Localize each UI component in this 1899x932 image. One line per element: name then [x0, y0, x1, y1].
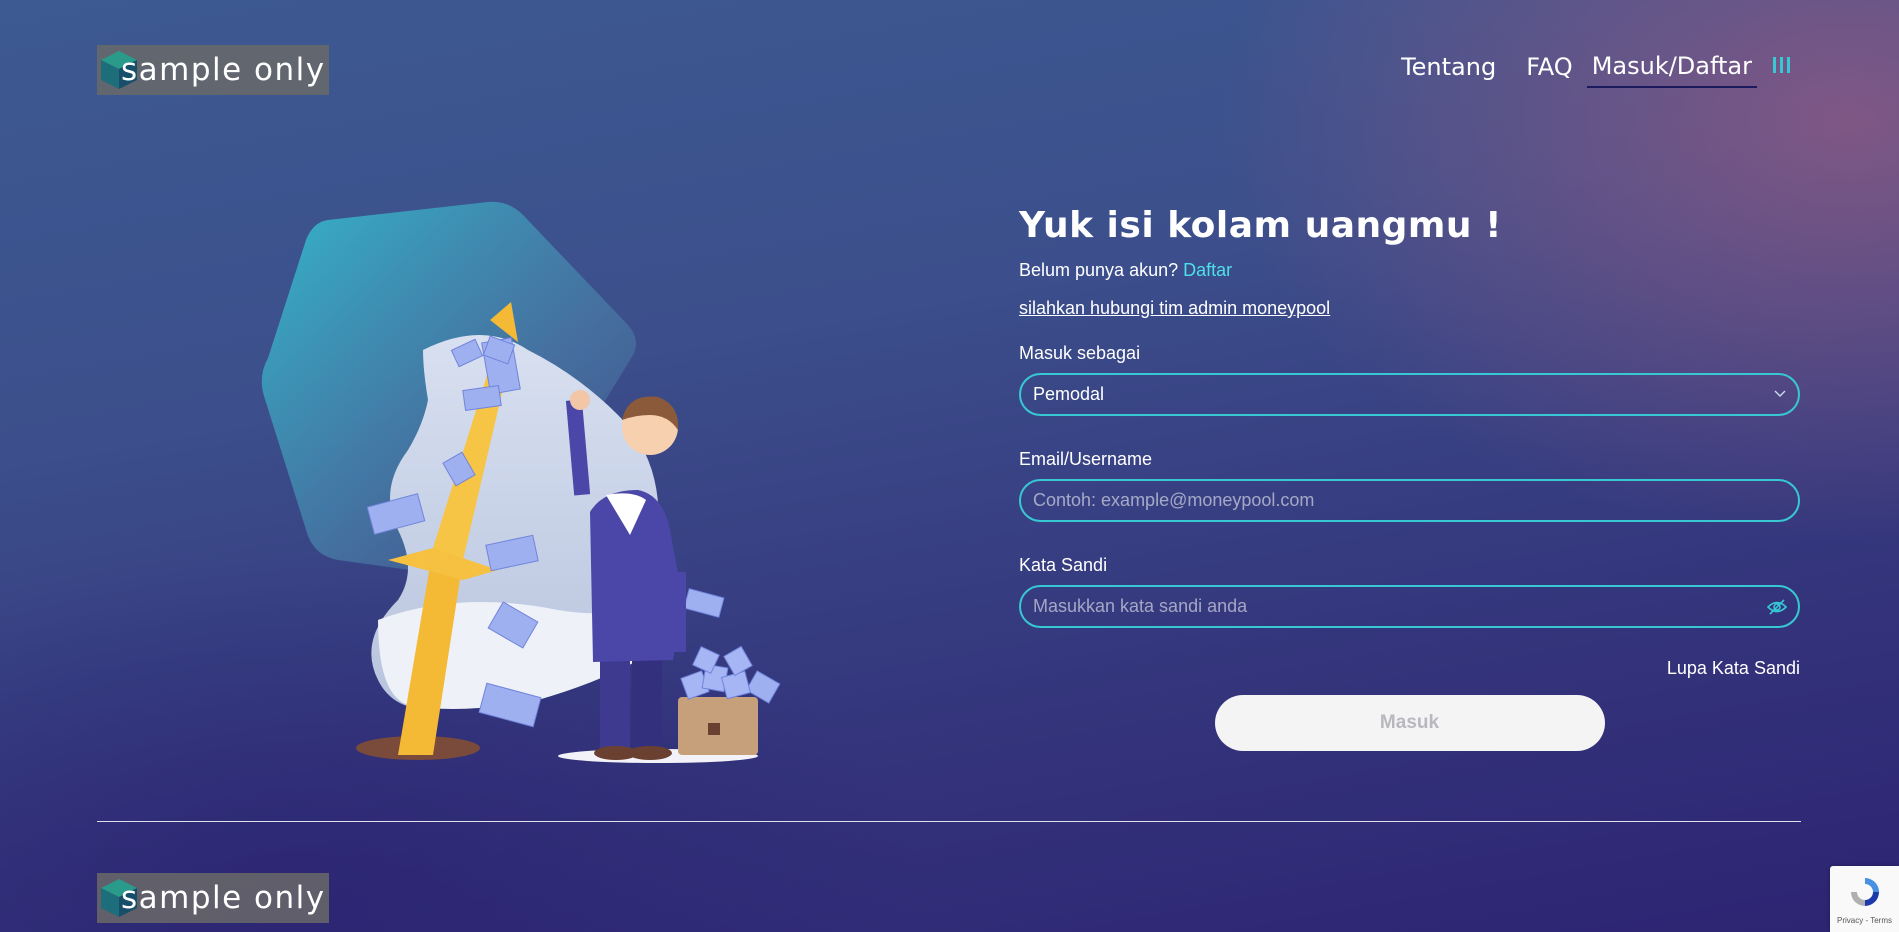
password-label: Kata Sandi	[1019, 555, 1108, 575]
recaptcha-icon	[1850, 878, 1879, 906]
password-field[interactable]: Masukkan kata sandi anda	[1019, 585, 1800, 628]
chevron-down-icon	[1774, 390, 1786, 398]
footer-divider	[97, 821, 1801, 822]
eye-slash-icon[interactable]	[1766, 596, 1788, 618]
role-label: Masuk sebagai	[1019, 343, 1141, 363]
no-account-text: Belum punya akun?	[1019, 260, 1179, 280]
register-prompt: Belum punya akun? Daftar	[1019, 260, 1800, 281]
recaptcha-badge[interactable]: Privacy - Terms	[1830, 866, 1899, 932]
footer-logo[interactable]: sample only	[97, 873, 329, 923]
email-label: Email/Username	[1019, 449, 1153, 469]
forgot-password-link[interactable]: Lupa Kata Sandi	[1019, 658, 1800, 679]
hero-illustration	[261, 201, 781, 763]
logo-text: sample only	[121, 52, 326, 88]
email-field[interactable]: Contoh: example@moneypool.com	[1019, 479, 1800, 522]
nav-masuk-daftar[interactable]: Masuk/Daftar	[1586, 52, 1757, 88]
admin-contact-link[interactable]: silahkan hubungi tim admin moneypool	[1019, 298, 1800, 319]
password-placeholder: Masukkan kata sandi anda	[1033, 596, 1248, 616]
nav-faq[interactable]: FAQ	[1526, 53, 1573, 87]
menu-bars-icon[interactable]	[1773, 57, 1793, 79]
header-logo[interactable]: sample only	[97, 45, 329, 95]
login-form: Yuk isi kolam uangmu ! Belum punya akun?…	[1019, 205, 1800, 751]
page-title: Yuk isi kolam uangmu !	[1019, 205, 1502, 246]
nav-tentang[interactable]: Tentang	[1401, 53, 1496, 87]
role-select-value: Pemodal	[1033, 384, 1105, 404]
main-nav: Tentang FAQ Masuk/Daftar	[1371, 52, 1793, 88]
login-button[interactable]: Masuk	[1214, 695, 1605, 751]
logo-text: sample only	[121, 880, 326, 916]
email-placeholder: Contoh: example@moneypool.com	[1033, 490, 1315, 510]
role-select[interactable]: Pemodal	[1019, 373, 1800, 416]
register-link[interactable]: Daftar	[1183, 260, 1232, 280]
recaptcha-text[interactable]: Privacy - Terms	[1830, 916, 1899, 925]
